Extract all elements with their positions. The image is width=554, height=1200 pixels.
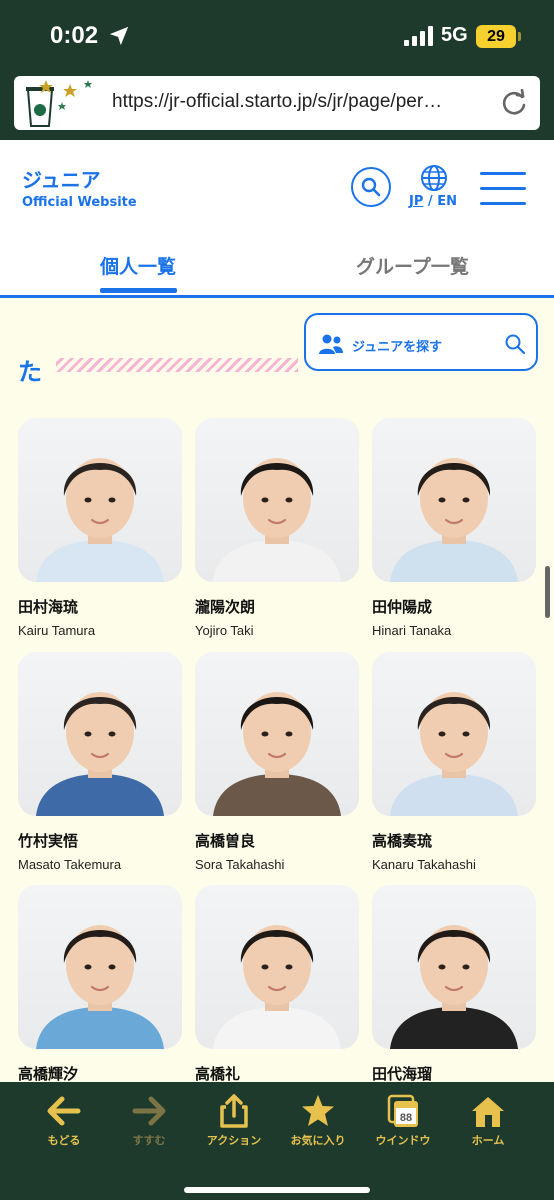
favorites-button[interactable]: お気に入り — [276, 1094, 360, 1148]
member-photo — [195, 418, 359, 582]
member-photo — [195, 885, 359, 1049]
cellular-signal-icon — [404, 26, 433, 46]
portrait-placeholder — [36, 925, 164, 1049]
language-switcher: JP / EN — [409, 194, 457, 209]
windows-icon: 88 — [387, 1094, 418, 1127]
portrait-placeholder — [213, 925, 341, 1049]
member-name-jp: 高橋奏琉 — [372, 832, 433, 850]
address-bar[interactable]: https://jr-official.starto.jp/s/jr/page/… — [14, 76, 540, 130]
site-logo[interactable]: ジュニア — [22, 164, 101, 193]
section-heading: た — [18, 358, 42, 386]
home-icon — [472, 1097, 504, 1127]
site-header: ジュニア Official Website JP / EN — [0, 140, 554, 232]
browser-toolbar: もどる すすむ アクション お気に入り 88 ウインドウ ホーム — [0, 1082, 554, 1200]
hamburger-menu-icon[interactable] — [480, 172, 526, 206]
forward-button[interactable]: すすむ — [107, 1094, 191, 1148]
status-time: 0:02 — [50, 22, 99, 49]
scroll-indicator[interactable] — [545, 566, 550, 618]
favorites-label: お気に入り — [290, 1134, 346, 1147]
portrait-placeholder — [36, 692, 164, 816]
member-name-jp: 瀧陽次朗 — [195, 598, 256, 616]
portrait-placeholder — [390, 458, 518, 582]
member-photo — [18, 652, 182, 816]
network-type: 5G — [441, 24, 468, 46]
member-photo — [372, 652, 536, 816]
portrait-placeholder — [390, 692, 518, 816]
active-tab-indicator — [100, 288, 177, 293]
member-photo — [195, 652, 359, 816]
url-text: https://jr-official.starto.jp/s/jr/page/… — [112, 91, 443, 112]
member-photo — [18, 418, 182, 582]
member-card[interactable]: 高橋輝汐 — [18, 885, 182, 1084]
member-name-jp: 田村海琉 — [18, 598, 79, 616]
search-icon — [361, 177, 381, 197]
search-button[interactable] — [351, 167, 391, 207]
member-card[interactable]: 高橋曽良 Sora Takahashi — [195, 652, 359, 872]
home-button[interactable]: ホーム — [446, 1094, 530, 1148]
back-button[interactable]: もどる — [22, 1094, 106, 1148]
member-name-jp: 田仲陽成 — [372, 598, 433, 616]
battery-level: 29 — [487, 28, 505, 45]
member-photo — [18, 885, 182, 1049]
status-bar: 0:02 5G 29 — [0, 0, 554, 76]
forward-label: すすむ — [132, 1134, 166, 1147]
tab-individuals[interactable]: 個人一覧 — [100, 252, 176, 279]
battery-tip — [518, 32, 521, 41]
people-icon — [319, 334, 343, 354]
star-icon — [302, 1095, 334, 1126]
find-junior-label: ジュニアを探す — [352, 340, 443, 355]
member-name-en: Masato Takemura — [18, 857, 122, 872]
member-card[interactable]: 竹村実悟 Masato Takemura — [18, 652, 182, 872]
member-card[interactable]: 田仲陽成 Hinari Tanaka — [372, 418, 536, 638]
lang-jp-link[interactable]: JP — [409, 194, 423, 209]
back-label: もどる — [47, 1134, 81, 1147]
site-subtitle: Official Website — [22, 195, 137, 210]
member-name-jp: 高橋曽良 — [195, 832, 256, 850]
member-name-en: Sora Takahashi — [195, 857, 285, 872]
section-divider — [56, 358, 298, 372]
portrait-placeholder — [390, 925, 518, 1049]
lang-separator: / — [427, 194, 433, 209]
member-name-jp: 高橋輝汐 — [18, 1065, 79, 1083]
member-card[interactable]: 田代海瑠 — [372, 885, 536, 1084]
member-card[interactable]: 高橋礼 — [195, 885, 359, 1084]
tab-bar: 個人一覧 グループ一覧 — [0, 232, 554, 298]
home-indicator[interactable] — [184, 1187, 370, 1193]
windows-button[interactable]: 88 ウインドウ — [361, 1094, 445, 1148]
battery-icon: 29 — [476, 25, 516, 48]
member-photo — [372, 418, 536, 582]
home-label: ホーム — [471, 1134, 505, 1147]
member-name-jp: 田代海瑠 — [372, 1065, 433, 1083]
portrait-placeholder — [213, 692, 341, 816]
member-name-en: Hinari Tanaka — [372, 623, 452, 638]
member-name-en: Kanaru Takahashi — [372, 857, 476, 872]
portrait-placeholder — [36, 458, 164, 582]
browser-chrome: https://jr-official.starto.jp/s/jr/page/… — [0, 76, 554, 140]
member-name-jp: 竹村実悟 — [18, 832, 79, 850]
member-card[interactable]: 高橋奏琉 Kanaru Takahashi — [372, 652, 536, 872]
share-icon — [220, 1094, 248, 1128]
member-name-jp: 高橋礼 — [195, 1065, 241, 1083]
lang-en-link[interactable]: EN — [437, 194, 457, 209]
arrow-right-icon — [132, 1096, 166, 1126]
location-arrow-icon — [109, 26, 129, 46]
member-card[interactable]: 田村海琉 Kairu Tamura — [18, 418, 182, 638]
member-photo — [372, 885, 536, 1049]
coffee-cup-stars-icon — [26, 80, 92, 127]
member-name-en: Yojiro Taki — [195, 623, 254, 638]
action-label: アクション — [206, 1134, 262, 1147]
arrow-left-icon — [47, 1096, 81, 1126]
search-icon — [505, 334, 526, 355]
reload-icon[interactable] — [500, 89, 528, 117]
tab-groups[interactable]: グループ一覧 — [356, 252, 469, 279]
windows-label: ウインドウ — [375, 1134, 431, 1147]
globe-icon[interactable] — [420, 164, 448, 192]
window-count: 88 — [400, 1112, 412, 1124]
portrait-placeholder — [213, 458, 341, 582]
find-junior-button[interactable]: ジュニアを探す — [304, 313, 538, 371]
member-name-en: Kairu Tamura — [18, 623, 96, 638]
member-card[interactable]: 瀧陽次朗 Yojiro Taki — [195, 418, 359, 638]
action-button[interactable]: アクション — [192, 1094, 276, 1148]
